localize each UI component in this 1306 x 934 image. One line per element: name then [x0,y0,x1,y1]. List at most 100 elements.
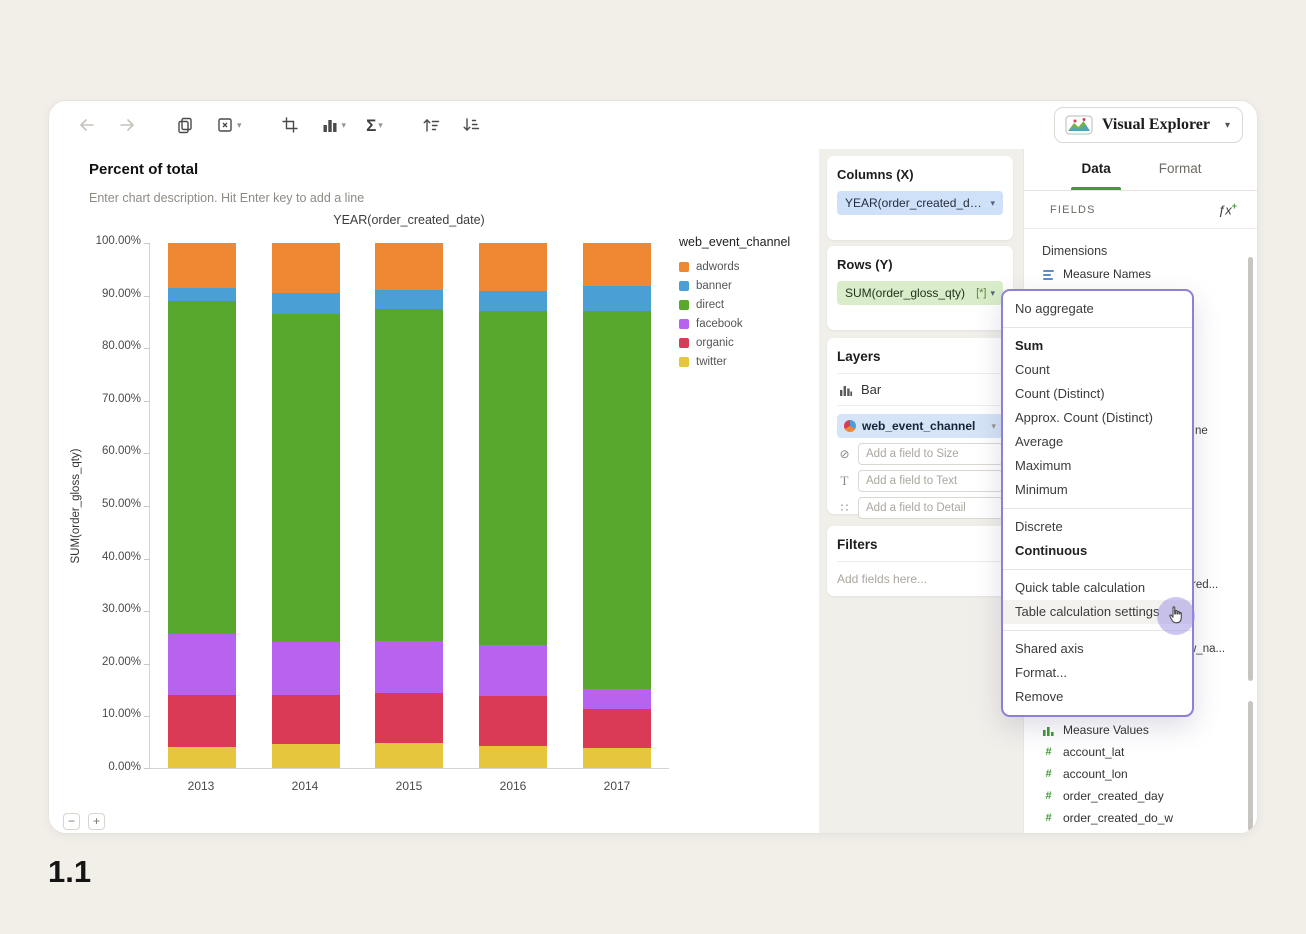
history-group [73,110,141,140]
bar-segment-banner[interactable] [375,290,444,309]
bar-segment-direct[interactable] [479,311,548,645]
field-item-account-lon[interactable]: # account_lon [1042,763,1243,785]
forward-button[interactable] [113,110,141,140]
bar-segment-twitter[interactable] [167,747,236,768]
visual-explorer-button[interactable]: Visual Explorer ▾ [1053,107,1243,143]
bar-segment-direct[interactable] [375,308,444,641]
legend-item[interactable]: direct [679,299,815,311]
back-button[interactable] [73,110,101,140]
menu-item-sum[interactable]: Sum [1003,334,1192,358]
menu-item-minimum[interactable]: Minimum [1003,478,1192,502]
bar-segment-facebook[interactable] [583,689,652,710]
bar-segment-banner[interactable] [583,286,652,312]
bar-segment-facebook[interactable] [479,644,548,696]
stacked-bar[interactable] [479,243,548,768]
columns-pill[interactable]: YEAR(order_created_date) ▾ [837,191,1003,215]
detail-drop-target[interactable]: Add a field to Detail [858,497,1003,519]
measures-scrollbar[interactable] [1248,701,1253,831]
filters-drop-target[interactable]: Add fields here... [837,572,1003,586]
menu-item-discrete[interactable]: Discrete [1003,515,1192,539]
menu-item-continuous[interactable]: Continuous [1003,539,1192,563]
menu-item-count[interactable]: Count [1003,358,1192,382]
bar-segment-twitter[interactable] [583,748,652,768]
layers-shelf-label: Layers [837,349,1003,374]
field-item-measure-names[interactable]: Measure Names [1042,263,1243,285]
bar-segment-direct[interactable] [167,300,236,635]
bar-segment-organic[interactable] [271,694,340,745]
sort-descending-button[interactable] [457,110,485,140]
menu-item-shared-axis[interactable]: Shared axis [1003,637,1192,661]
menu-item-format-[interactable]: Format... [1003,661,1192,685]
bar-segment-banner[interactable] [167,287,236,301]
bar-segment-organic[interactable] [167,694,236,747]
size-drop-target[interactable]: Add a field to Size [858,443,1003,465]
sort-ascending-button[interactable] [417,110,445,140]
number-icon: # [1045,768,1052,780]
legend-item[interactable]: organic [679,337,815,349]
zoom-out-button[interactable]: − [63,813,80,830]
menu-item-approx-count-distinct-[interactable]: Approx. Count (Distinct) [1003,406,1192,430]
bar-segment-facebook[interactable] [271,642,340,695]
legend-swatch-icon [679,319,689,329]
stacked-bar[interactable] [271,243,340,768]
legend-item[interactable]: banner [679,280,815,292]
legend-item[interactable]: adwords [679,261,815,273]
bar-segment-banner[interactable] [479,291,548,312]
app-title: Visual Explorer [1101,116,1210,133]
bar-segment-organic[interactable] [479,695,548,746]
zoom-controls: − + [63,813,105,830]
menu-item-count-distinct-[interactable]: Count (Distinct) [1003,382,1192,406]
size-drop-row: ⊘ Add a field to Size [837,443,1003,465]
field-item-measure-values[interactable]: Measure Values [1042,719,1243,741]
color-field-pill[interactable]: web_event_channel ▾ [837,414,1003,438]
bar-segment-adwords[interactable] [479,243,548,292]
stacked-bar[interactable] [583,243,652,768]
fields-scrollbar[interactable] [1248,257,1253,681]
toolbar: ▾ ▾ Σ ▾ Visual Explorer ▾ [49,101,1257,149]
bar-segment-twitter[interactable] [271,744,340,768]
rows-pill[interactable]: SUM(order_gloss_qty) [*] ▾ [837,281,1003,305]
y-axis-tick-label: 80.00% [101,340,141,353]
create-calculation-button[interactable]: ƒx+ [1218,201,1237,217]
bar-segment-adwords[interactable] [375,243,444,291]
remove-chart-button[interactable]: ▾ [211,110,246,140]
chart-title[interactable]: Percent of total [89,161,198,178]
zoom-in-button[interactable]: + [88,813,105,830]
duplicate-chart-button[interactable] [171,110,199,140]
mark-type-label: Bar [861,382,882,397]
stacked-bar[interactable] [167,243,236,768]
menu-item-maximum[interactable]: Maximum [1003,454,1192,478]
bar-segment-banner[interactable] [271,292,340,314]
legend-item[interactable]: facebook [679,318,815,330]
aggregate-button[interactable]: Σ ▾ [362,110,387,140]
bar-segment-adwords[interactable] [271,243,340,293]
stacked-bar[interactable] [375,243,444,768]
bar-segment-adwords[interactable] [583,243,652,287]
bar-segment-direct[interactable] [583,311,652,690]
bar-segment-facebook[interactable] [167,634,236,695]
bar-segment-organic[interactable] [583,709,652,749]
field-item-order-created-do-w[interactable]: # order_created_do_w [1042,807,1243,829]
text-drop-target[interactable]: Add a field to Text [858,470,1003,492]
chart-type-button[interactable]: ▾ [316,110,351,140]
menu-item-no-aggregate[interactable]: No aggregate [1003,297,1192,321]
bar-segment-organic[interactable] [375,693,444,743]
mark-type-row[interactable]: Bar [837,374,1003,406]
menu-item-remove[interactable]: Remove [1003,685,1192,709]
bar-segment-twitter[interactable] [479,745,548,768]
rows-pill-label: SUM(order_gloss_qty) [845,286,966,300]
menu-item-average[interactable]: Average [1003,430,1192,454]
legend-item[interactable]: twitter [679,356,815,368]
chart-description-placeholder[interactable]: Enter chart description. Hit Enter key t… [89,191,364,205]
rows-pill-suffix: [*] [976,287,987,299]
menu-item-quick-table-calculation[interactable]: Quick table calculation [1003,576,1192,600]
tab-data[interactable]: Data [1071,149,1122,190]
swap-axes-button[interactable] [276,110,304,140]
bar-segment-twitter[interactable] [375,742,444,768]
field-item-account-lat[interactable]: # account_lat [1042,741,1243,763]
bar-segment-direct[interactable] [271,313,340,642]
field-item-order-created-day[interactable]: # order_created_day [1042,785,1243,807]
bar-segment-adwords[interactable] [167,243,236,288]
bar-segment-facebook[interactable] [375,640,444,694]
tab-format[interactable]: Format [1157,149,1204,190]
